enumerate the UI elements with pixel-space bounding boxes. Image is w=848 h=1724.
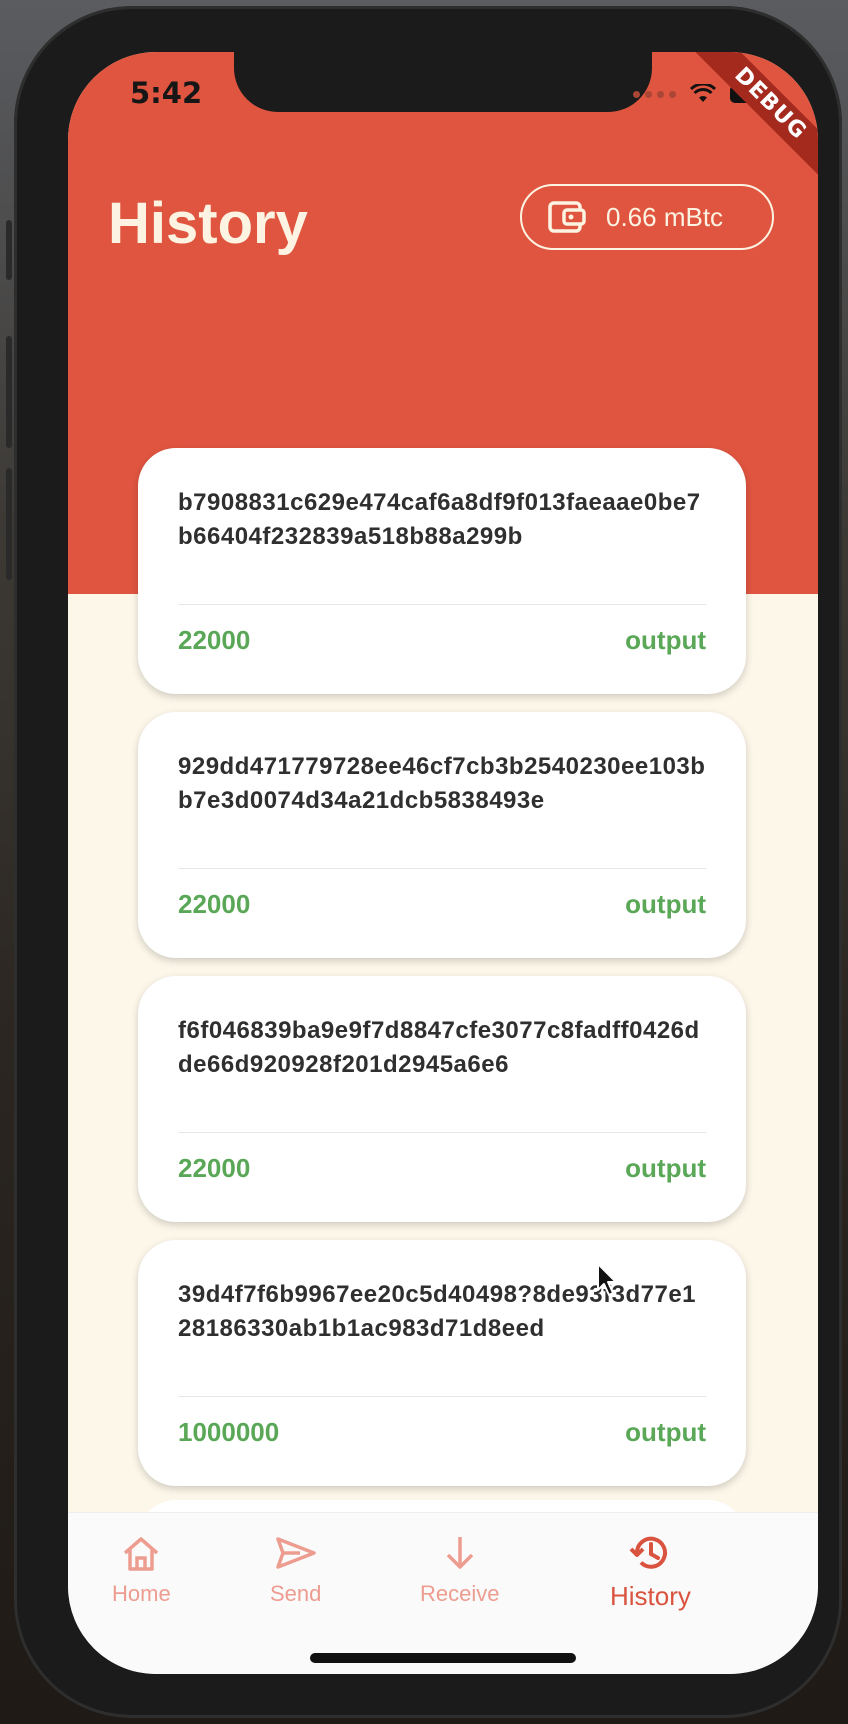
signal-icon	[633, 90, 676, 98]
balance-amount: 0.66 mBtc	[606, 201, 724, 232]
transaction-id: b7908831c629e474caf6a8df9f013faeaae0be7b…	[178, 489, 701, 550]
arrow-down-icon	[446, 1537, 473, 1569]
nav-home[interactable]: Home	[112, 1531, 171, 1607]
card-divider	[178, 868, 706, 869]
home-indicator[interactable]	[310, 1653, 576, 1663]
app-screen: 5:42 DEBUG History 0.66 mBtc b7908831c62…	[68, 52, 818, 1674]
transaction-amount: 22000	[178, 625, 251, 655]
wifi-icon	[690, 84, 716, 102]
card-divider	[178, 1132, 706, 1133]
send-icon	[275, 1537, 316, 1569]
transaction-card[interactable]: f6f046839ba9e9f7d8847cfe3077c8fadff0426d…	[138, 976, 746, 1222]
volume-down-button	[6, 468, 12, 580]
page-title: History	[108, 191, 308, 256]
transaction-card[interactable]: b7908831c629e474caf6a8df9f013faeaae0be7b…	[138, 448, 746, 694]
nav-send[interactable]: Send	[270, 1531, 321, 1607]
mute-switch	[6, 220, 12, 280]
bottom-navigation: Home Send Receive History	[68, 1512, 818, 1674]
transaction-card[interactable]: 929dd471779728ee46cf7cb3b2540230ee103bb7…	[138, 712, 746, 958]
nav-receive-label: Receive	[420, 1581, 500, 1606]
transaction-type: output	[625, 625, 706, 655]
volume-up-button	[6, 336, 12, 448]
history-icon	[630, 1536, 668, 1569]
transaction-id: 39d4f7f6b9967ee20c5d40498?8de93f3d77e128…	[178, 1281, 697, 1342]
home-icon	[124, 1537, 159, 1571]
nav-home-label: Home	[112, 1581, 171, 1606]
nav-send-label: Send	[270, 1581, 322, 1606]
balance-button[interactable]: 0.66 mBtc	[520, 184, 774, 250]
nav-receive[interactable]: Receive	[420, 1531, 499, 1607]
transaction-list[interactable]: b7908831c629e474caf6a8df9f013faeaae0be7b…	[138, 448, 746, 1504]
card-divider	[178, 1396, 706, 1397]
nav-history-label: History	[610, 1581, 691, 1611]
transaction-amount: 1000000	[178, 1417, 280, 1447]
mouse-cursor-icon	[597, 1263, 617, 1296]
transaction-type: output	[625, 889, 706, 919]
status-time: 5:42	[130, 76, 203, 110]
nav-history[interactable]: History	[610, 1531, 691, 1612]
card-divider	[178, 604, 706, 605]
notch	[234, 52, 652, 112]
phone-frame: 5:42 DEBUG History 0.66 mBtc b7908831c62…	[6, 6, 842, 1718]
transaction-id: 929dd471779728ee46cf7cb3b2540230ee103bb7…	[178, 753, 706, 814]
transaction-type: output	[625, 1153, 706, 1183]
transaction-card[interactable]: 39d4f7f6b9967ee20c5d40498?8de93f3d77e128…	[138, 1240, 746, 1486]
transaction-amount: 22000	[178, 889, 251, 919]
transaction-type: output	[625, 1417, 706, 1447]
transaction-id: f6f046839ba9e9f7d8847cfe3077c8fadff0426d…	[178, 1017, 700, 1078]
transaction-amount: 22000	[178, 1153, 251, 1183]
wallet-icon	[548, 201, 586, 233]
